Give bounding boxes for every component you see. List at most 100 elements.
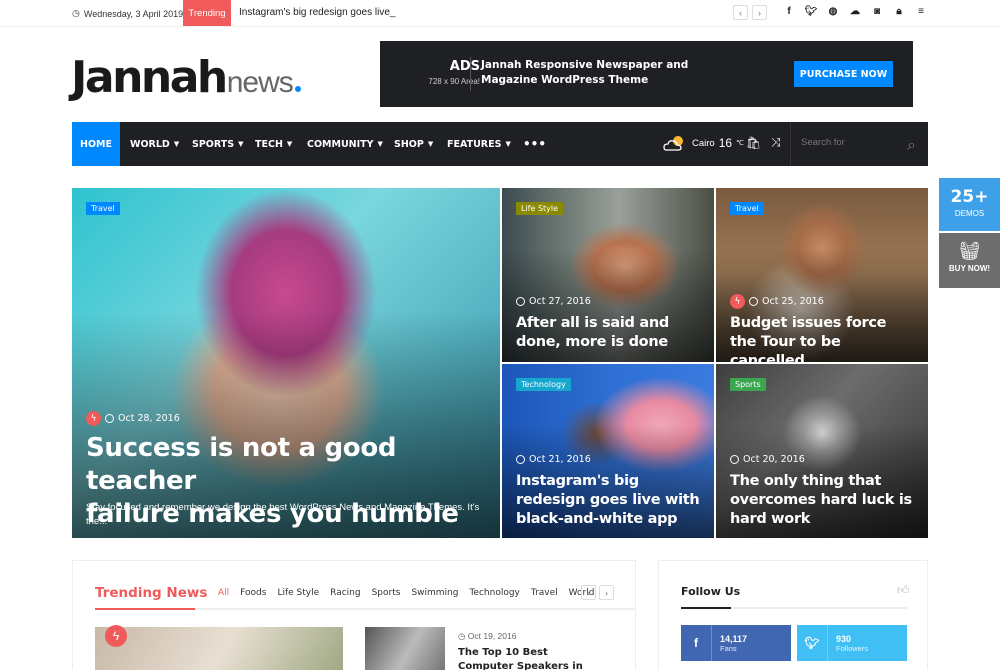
demos-button[interactable]: 25+ DEMOS (939, 178, 1000, 231)
clock-icon (516, 297, 525, 306)
clock-icon: ◷ (72, 8, 80, 18)
search-icon[interactable]: ⌕ (907, 137, 916, 155)
category-badge[interactable]: Technology (516, 378, 571, 391)
trending-headline[interactable]: Instagram's big redesign goes live_ (239, 7, 395, 18)
buy-now-button[interactable]: 🧺︎ BUY NOW! (939, 233, 1000, 288)
logo-sub: news (226, 66, 294, 99)
trending-bolt-icon: ϟ (86, 411, 101, 426)
nav-label: TECH (255, 138, 283, 150)
search-input[interactable] (801, 137, 901, 148)
featured-post-card[interactable]: Sports Oct 20, 2016 The only thing that … (716, 364, 928, 538)
nav-item-world[interactable]: WORLD ▼ (130, 122, 179, 166)
featured-post-card[interactable]: Travel ϟ Oct 25, 2016 Budget issues forc… (716, 188, 928, 362)
more-icon: ••• (523, 137, 547, 151)
post-title[interactable]: The Top 10 Best Computer Speakers in the… (458, 646, 598, 670)
post-date-text: Oct 19, 2016 (467, 631, 517, 641)
category-badge[interactable]: Sports (730, 378, 766, 391)
top-bar: ◷ Wednesday, 3 April 2019 Trending Insta… (0, 0, 1000, 27)
caret-down-icon: ▼ (173, 140, 180, 148)
tab-life-style[interactable]: Life Style (277, 588, 319, 598)
post-date: Oct 27, 2016 (529, 296, 591, 307)
nav-item-home[interactable]: HOME (72, 122, 120, 166)
facebook-count: 14,117 (720, 633, 748, 644)
purchase-now-button[interactable]: PURCHASE NOW (794, 61, 893, 87)
twitter-icon: 🐦︎ (804, 636, 820, 650)
category-badge[interactable]: Travel (86, 202, 120, 215)
post-title[interactable]: The only thing that overcomes hard luck … (730, 472, 916, 529)
weather-widget: Cairo 16 ℃ (662, 134, 744, 152)
twitter-icon[interactable]: 🐦︎ (800, 6, 822, 17)
post-title-line1: Success is not a good teacher (86, 433, 397, 496)
trending-news-title: Trending News (95, 585, 208, 601)
caret-down-icon: ▼ (377, 140, 383, 148)
site-logo[interactable]: Jannah news (71, 52, 301, 103)
social-links: f 🐦︎ ◍ ☁ ◙ 🔒︎ ≡ (778, 6, 932, 17)
post-title[interactable]: After all is said and done, more is done (516, 314, 702, 352)
featured-post-card[interactable]: Life Style Oct 27, 2016 After all is sai… (502, 188, 714, 362)
nav-item-sports[interactable]: SPORTS ▼ (192, 122, 243, 166)
dribbble-icon[interactable]: ◍ (822, 6, 844, 17)
tabs-next-button[interactable]: › (599, 585, 614, 600)
lock-icon[interactable]: 🔒︎ (888, 6, 910, 17)
featured-post-card[interactable]: Technology Oct 21, 2016 Instagram's big … (502, 364, 714, 538)
nav-item-tech[interactable]: TECH ▼ (255, 122, 292, 166)
trending-post-image[interactable] (95, 627, 343, 670)
tab-racing[interactable]: Racing (330, 588, 360, 598)
post-title[interactable]: Budget issues force the Tour to be cance… (730, 314, 916, 362)
trending-bolt-icon: ϟ (730, 294, 745, 309)
twitter-follow-button[interactable]: 🐦︎ 930 Followers (797, 625, 907, 661)
featured-post-main[interactable]: Travel ϟ Oct 28, 2016 Success is not a g… (72, 188, 500, 538)
tab-all[interactable]: All (218, 588, 229, 598)
category-badge[interactable]: Life Style (516, 202, 564, 215)
demos-count: 25+ (950, 187, 989, 207)
nav-label: WORLD (130, 138, 170, 150)
nav-item-more[interactable]: ••• (523, 122, 546, 166)
trending-label: Trending (183, 0, 231, 26)
facebook-icon[interactable]: f (778, 6, 800, 17)
search-box: ⌕ (790, 122, 928, 166)
logo-main: Jannah (71, 52, 228, 103)
tab-technology[interactable]: Technology (469, 588, 519, 598)
tabs-prev-button[interactable]: ‹ (581, 585, 596, 600)
post-date: ◷ Oct 19, 2016 (458, 631, 517, 641)
post-meta: ϟ Oct 25, 2016 (730, 294, 824, 309)
follow-us-title: Follow Us (681, 585, 741, 598)
buy-now-label: BUY NOW! (948, 264, 991, 273)
tab-sports[interactable]: Sports (372, 588, 401, 598)
tab-swimming[interactable]: Swimming (411, 588, 458, 598)
post-thumbnail[interactable] (365, 627, 445, 670)
nav-item-features[interactable]: FEATURES ▼ (447, 122, 511, 166)
date-display: ◷ Wednesday, 3 April 2019 (72, 8, 183, 19)
trending-bolt-icon: ϟ (105, 625, 127, 647)
cart-icon[interactable]: 🛍︎ (746, 136, 761, 150)
title-underline (95, 608, 635, 610)
nav-item-community[interactable]: COMMUNITY ▼ (307, 122, 383, 166)
soundcloud-icon[interactable]: ☁ (844, 6, 866, 17)
tab-foods[interactable]: Foods (240, 588, 266, 598)
nav-label: SPORTS (192, 138, 235, 150)
trending-next-button[interactable]: › (752, 5, 767, 20)
ad-banner[interactable]: ADS 728 x 90 Area! Jannah Responsive New… (380, 41, 913, 107)
tab-travel[interactable]: Travel (531, 588, 558, 598)
instagram-icon[interactable]: ◙ (866, 6, 888, 17)
weather-temp: 16 (718, 136, 733, 150)
weather-cloud-sun-icon (663, 136, 683, 151)
trending-tabs: All Foods Life Style Racing Sports Swimm… (218, 588, 594, 598)
thumbs-up-icon: 👍︎ (897, 583, 910, 597)
post-title[interactable]: Instagram's big redesign goes live with … (516, 472, 702, 529)
nav-item-shop[interactable]: SHOP ▼ (394, 122, 433, 166)
trending-prev-button[interactable]: ‹ (733, 5, 748, 20)
random-article-icon[interactable]: ⤨ (771, 135, 781, 150)
category-badge[interactable]: Travel (730, 202, 764, 215)
main-nav: HOME WORLD ▼ SPORTS ▼ TECH ▼ COMMUNITY ▼ SHO… (72, 122, 928, 166)
ad-title: ADS (449, 59, 480, 74)
weather-city: Cairo (692, 137, 715, 149)
separator (827, 625, 828, 661)
nav-label: FEATURES (447, 138, 502, 150)
twitter-label: Followers (836, 643, 869, 653)
clock-icon (749, 297, 758, 306)
menu-icon[interactable]: ≡ (910, 6, 932, 17)
ad-divider (470, 57, 471, 91)
weather-unit: ℃ (736, 140, 744, 147)
facebook-follow-button[interactable]: f 14,117 Fans (681, 625, 791, 661)
